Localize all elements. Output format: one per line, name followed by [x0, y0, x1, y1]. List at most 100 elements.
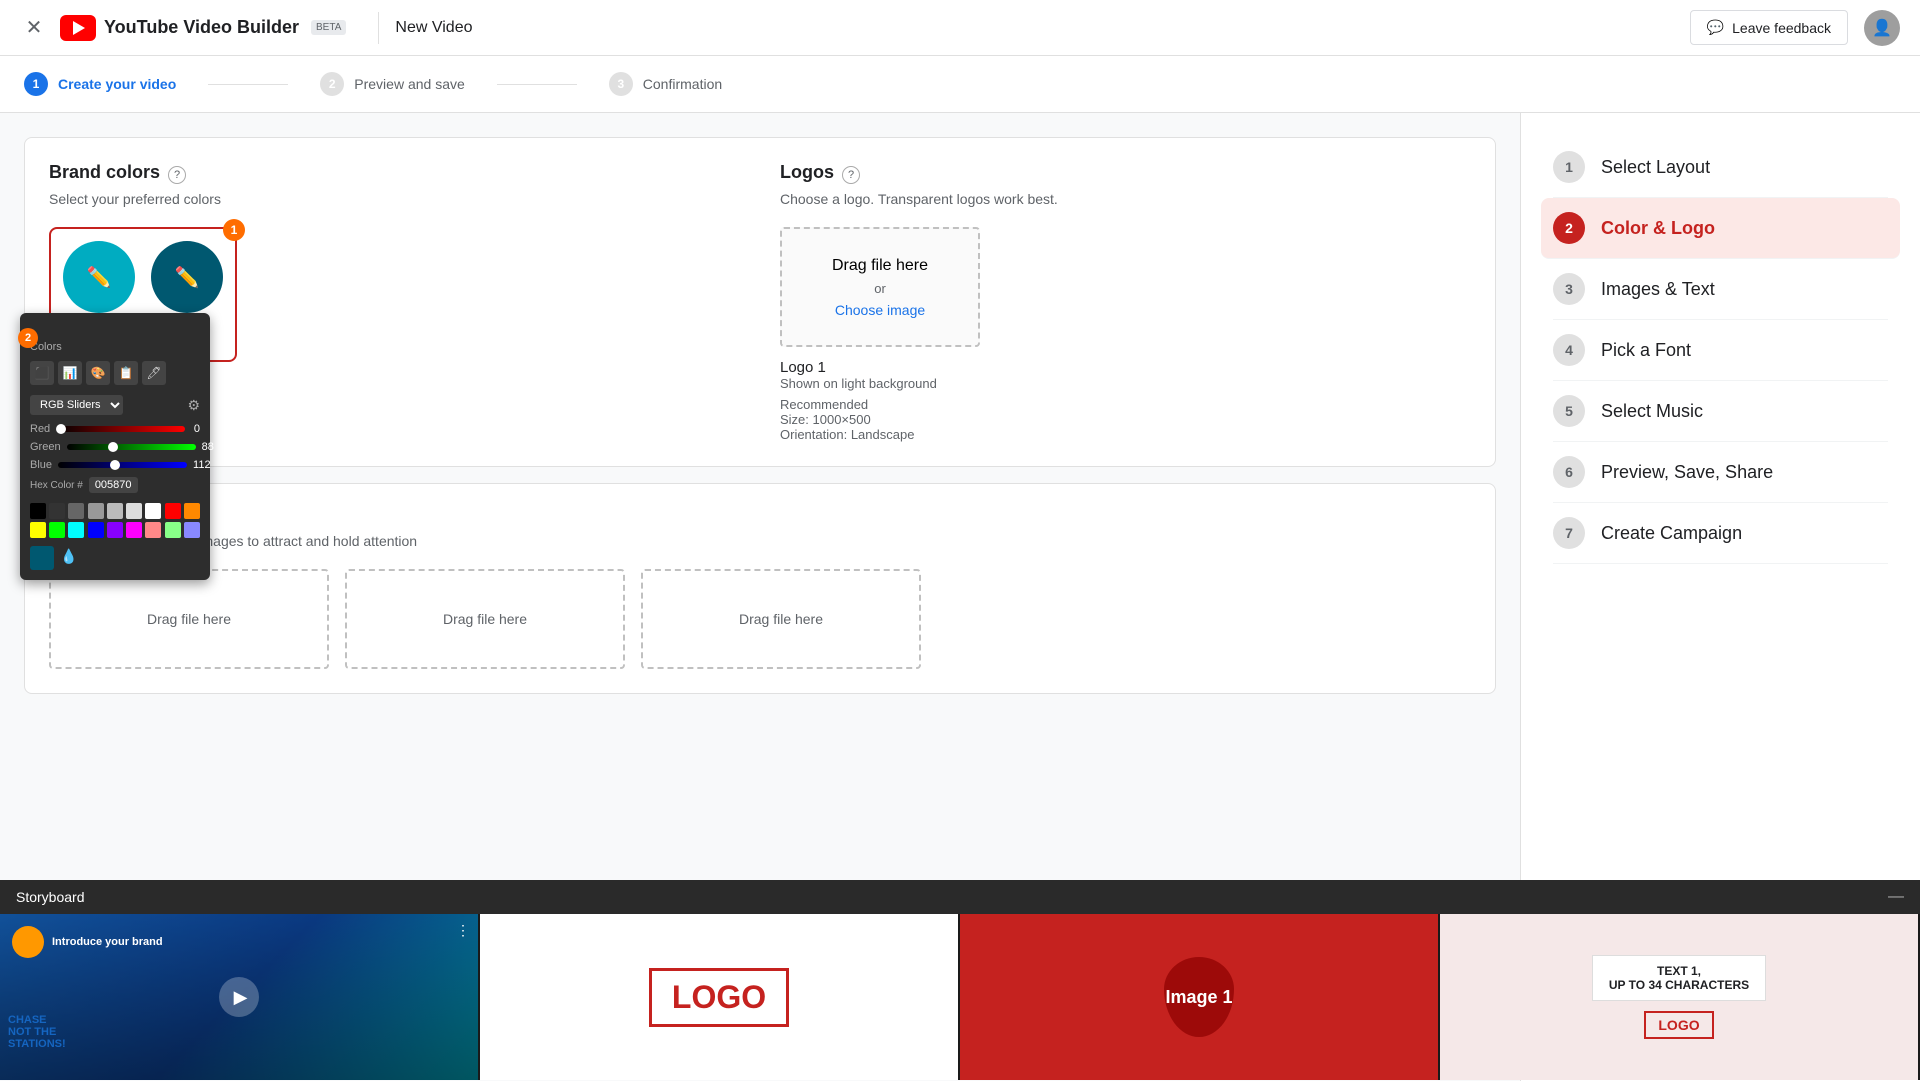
step-connector-1	[208, 84, 288, 85]
close-button[interactable]: ✕	[20, 14, 48, 42]
picker-tab-2[interactable]: 📊	[58, 361, 82, 385]
frame-image1: Image 1	[960, 914, 1438, 1080]
sidebar-step-4[interactable]: 4 Pick a Font	[1553, 320, 1888, 381]
color-cell[interactable]	[145, 522, 161, 538]
brand-logos-card: Brand colors ? Select your preferred col…	[24, 137, 1496, 467]
red-slider[interactable]	[56, 426, 185, 432]
sidebar-step-label-3: Images & Text	[1601, 279, 1715, 300]
color-cell[interactable]	[88, 522, 104, 538]
sidebar-step-num-7: 7	[1553, 517, 1585, 549]
user-avatar[interactable]: 👤	[1864, 10, 1900, 46]
color-cell[interactable]	[126, 522, 142, 538]
brand-colors-help[interactable]: ?	[168, 166, 186, 184]
step-2[interactable]: 2 Preview and save	[320, 72, 465, 96]
sidebar-step-label-4: Pick a Font	[1601, 340, 1691, 361]
storyboard-header: Storyboard —	[0, 880, 1920, 914]
image-upload-1[interactable]: Drag file here	[49, 569, 329, 669]
frame-video: Introduce your brand ▶ CHASENOT THESTATI…	[0, 914, 478, 1080]
picker-current-swatch	[30, 546, 54, 570]
green-slider[interactable]	[67, 444, 196, 450]
header: ✕ YouTube Video Builder BETA New Video 💬…	[0, 0, 1920, 56]
logo-desc: Shown on light background	[780, 376, 1471, 391]
logo-upload-area[interactable]: Drag file here or Choose image	[780, 227, 980, 347]
picker-title: Colors	[30, 341, 200, 353]
sidebar-step-num-4: 4	[1553, 334, 1585, 366]
primary-color-swatch[interactable]: ✏️	[63, 241, 135, 313]
video-avatar	[12, 926, 44, 958]
storyboard-frame-2: LOGO	[480, 914, 960, 1080]
avatar-icon: 👤	[1872, 18, 1892, 38]
sidebar-step-5[interactable]: 5 Select Music	[1553, 381, 1888, 442]
sidebar-step-1[interactable]: 1 Select Layout	[1553, 137, 1888, 198]
picker-tab-5[interactable]: 🖊	[142, 361, 166, 385]
color-cell[interactable]	[184, 503, 200, 519]
storyboard-content: Introduce your brand ▶ CHASENOT THESTATI…	[0, 914, 1920, 1080]
color-cell[interactable]	[165, 503, 181, 519]
color-cell[interactable]	[126, 503, 142, 519]
hex-val[interactable]: 005870	[89, 477, 138, 493]
step-1-label: Create your video	[58, 76, 176, 92]
red-label: Red	[30, 423, 50, 435]
video-caption: Introduce your brand	[52, 936, 163, 948]
step-3-label: Confirmation	[643, 76, 722, 92]
blue-slider[interactable]	[58, 462, 187, 468]
sidebar-step-6[interactable]: 6 Preview, Save, Share	[1553, 442, 1888, 503]
sidebar-step-num-5: 5	[1553, 395, 1585, 427]
logos-subtitle: Choose a logo. Transparent logos work be…	[780, 191, 1471, 207]
storyboard: Storyboard — Introduce your brand ▶ CHAS…	[0, 880, 1920, 1080]
color-cell[interactable]	[165, 522, 181, 538]
picker-mode-select[interactable]: RGB Sliders	[30, 395, 123, 415]
image-upload-2[interactable]: Drag file here	[345, 569, 625, 669]
drag-text-2: Drag file here	[443, 611, 527, 627]
feedback-label: Leave feedback	[1732, 20, 1831, 36]
color-cell[interactable]	[30, 503, 46, 519]
video-more-button[interactable]: ⋮	[456, 922, 470, 939]
images-subtitle: Use visually compelling images to attrac…	[49, 533, 1471, 549]
image-upload-row: Drag file here Drag file here Drag file …	[49, 569, 1471, 669]
color-cell[interactable]	[88, 503, 104, 519]
picker-action-row: 💧	[30, 546, 200, 570]
images-section: Images ? Use visually compelling images …	[24, 483, 1496, 694]
video-header: Introduce your brand	[12, 926, 163, 958]
color-cell[interactable]	[107, 503, 123, 519]
picker-tab-1[interactable]: ⬛	[30, 361, 54, 385]
choose-image-link[interactable]: Choose image	[835, 302, 925, 318]
logo-info: Logo 1 Shown on light background Recomme…	[780, 359, 1471, 442]
color-cell[interactable]	[184, 522, 200, 538]
image-upload-3[interactable]: Drag file here	[641, 569, 921, 669]
color-cell[interactable]	[30, 522, 46, 538]
video-big-text: CHASENOT THESTATIONS!	[8, 1014, 66, 1050]
brand-colors-title: Brand colors	[49, 162, 160, 183]
color-cell[interactable]	[68, 522, 84, 538]
picker-mode-row: RGB Sliders ⚙	[30, 395, 200, 415]
storyboard-minimize-button[interactable]: —	[1888, 888, 1904, 906]
color-cell[interactable]	[68, 503, 84, 519]
logo-placeholder: LOGO	[649, 968, 789, 1027]
sidebar-step-3[interactable]: 3 Images & Text	[1553, 259, 1888, 320]
sidebar-step-num-3: 3	[1553, 273, 1585, 305]
sidebar-step-num-2: 2	[1553, 212, 1585, 244]
color-cell[interactable]	[49, 522, 65, 538]
step-1[interactable]: 1 Create your video	[24, 72, 176, 96]
header-divider	[378, 12, 379, 44]
brand-colors-badge: 1	[223, 219, 245, 241]
sidebar-step-2[interactable]: 2 Color & Logo	[1541, 198, 1900, 259]
picker-tab-3[interactable]: 🎨	[86, 361, 110, 385]
text-color-swatch[interactable]: ✏️	[151, 241, 223, 313]
picker-tabs: ⬛ 📊 🎨 📋 🖊	[30, 361, 200, 385]
logos-help[interactable]: ?	[842, 166, 860, 184]
sidebar-step-7[interactable]: 7 Create Campaign	[1553, 503, 1888, 564]
color-cell[interactable]	[145, 503, 161, 519]
picker-settings-icon[interactable]: ⚙	[187, 397, 200, 414]
leave-feedback-button[interactable]: 💬 Leave feedback	[1690, 10, 1848, 45]
color-cell[interactable]	[49, 503, 65, 519]
color-cell[interactable]	[107, 522, 123, 538]
picker-tab-4[interactable]: 📋	[114, 361, 138, 385]
edit-icon: ✏️	[87, 265, 112, 290]
dropper-icon[interactable]: 💧	[60, 548, 80, 568]
step-3[interactable]: 3 Confirmation	[609, 72, 722, 96]
play-button[interactable]: ▶	[219, 977, 259, 1017]
frame-text: TEXT 1, UP TO 34 CHARACTERS LOGO	[1440, 914, 1918, 1080]
blue-label: Blue	[30, 459, 52, 471]
text-line1: TEXT 1,	[1609, 964, 1749, 978]
